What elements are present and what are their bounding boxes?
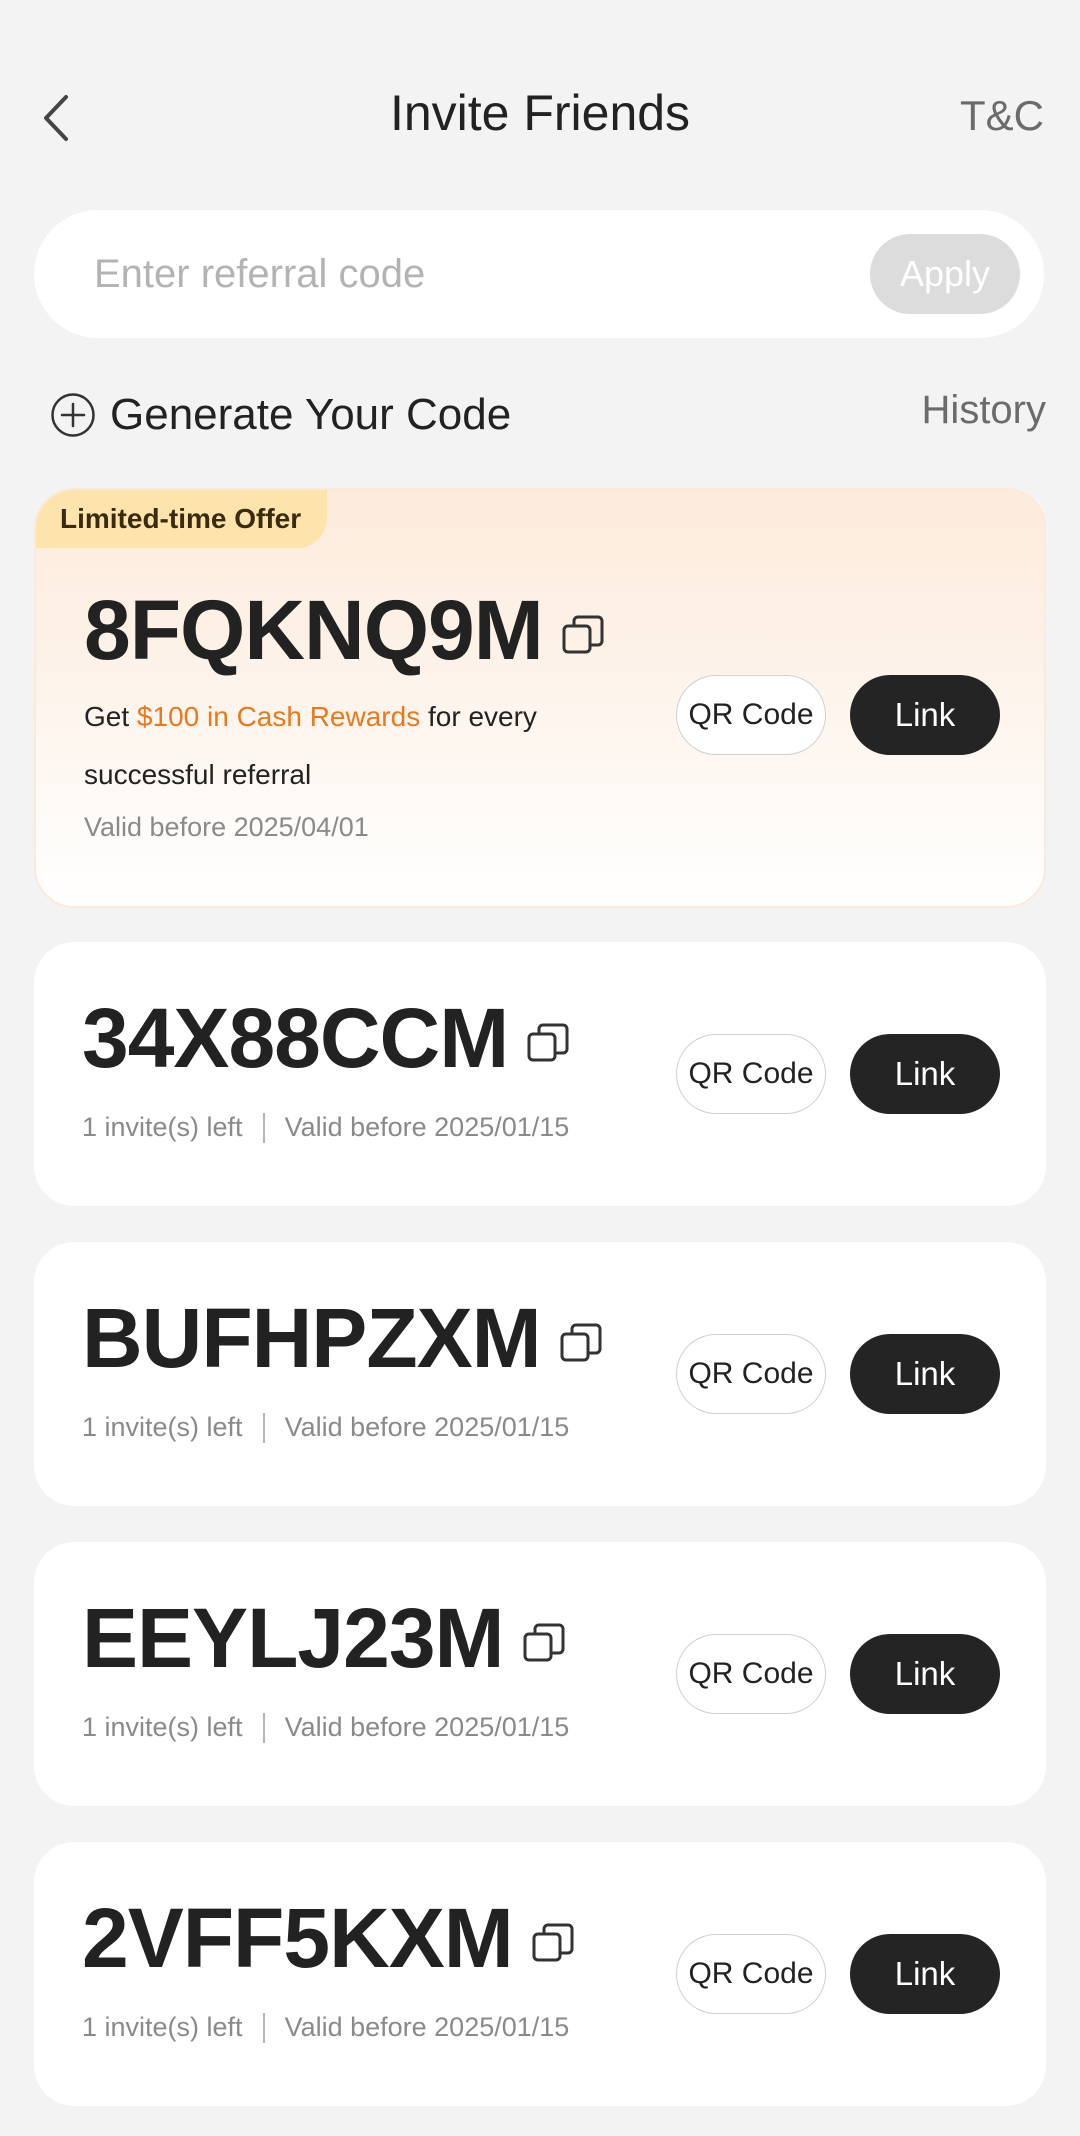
link-button[interactable]: Link (850, 1634, 1000, 1714)
copy-icon[interactable] (522, 1622, 566, 1666)
qr-code-button[interactable]: QR Code (676, 1034, 826, 1114)
invites-left: 1 invite(s) left (82, 1412, 243, 1442)
referral-code: 2VFF5KXM (82, 1891, 514, 1985)
link-button[interactable]: Link (850, 1034, 1000, 1114)
qr-code-button[interactable]: QR Code (676, 1934, 826, 2014)
code-meta: 1 invite(s) left Valid before 2025/01/15 (82, 2012, 569, 2043)
code-meta: 1 invite(s) left Valid before 2025/01/15 (82, 1712, 569, 1743)
copy-icon[interactable] (526, 1022, 570, 1066)
code-card: BUFHPZXM 1 invite(s) left Valid before 2… (34, 1242, 1046, 1506)
meta-divider (262, 1412, 265, 1443)
qr-code-button[interactable]: QR Code (676, 675, 826, 755)
plus-circle-icon (51, 393, 95, 437)
offer-code-card: Limited-time Offer 8FQKNQ9M Get $100 in … (34, 488, 1046, 908)
copy-icon[interactable] (559, 1322, 603, 1366)
referral-code-input[interactable] (92, 234, 852, 314)
generate-code-label: Generate Your Code (110, 390, 512, 439)
link-button[interactable]: Link (850, 1334, 1000, 1414)
offer-reward-highlight: $100 in Cash Rewards (136, 701, 421, 732)
referral-code-bar: Apply (34, 210, 1044, 338)
code-row: 2VFF5KXM (82, 1890, 575, 1987)
apply-button[interactable]: Apply (870, 234, 1020, 314)
terms-link[interactable]: T&C (960, 92, 1044, 140)
referral-code: BUFHPZXM (82, 1291, 542, 1385)
referral-code: EEYLJ23M (82, 1591, 505, 1685)
invites-left: 1 invite(s) left (82, 1712, 243, 1742)
copy-icon[interactable] (531, 1922, 575, 1966)
link-button[interactable]: Link (850, 675, 1000, 755)
code-meta: 1 invite(s) left Valid before 2025/01/15 (82, 1112, 569, 1143)
valid-date: Valid before 2025/01/15 (284, 1412, 570, 1442)
code-meta: 1 invite(s) left Valid before 2025/01/15 (82, 1412, 569, 1443)
page-title: Invite Friends (389, 85, 691, 141)
qr-code-button[interactable]: QR Code (676, 1634, 826, 1714)
valid-date: Valid before 2025/01/15 (284, 2012, 570, 2042)
valid-date: Valid before 2025/01/15 (284, 1112, 570, 1142)
code-row: 8FQKNQ9M (84, 582, 605, 679)
code-row: 34X88CCM (82, 990, 570, 1087)
header: Invite Friends T&C (0, 0, 1080, 200)
code-card: EEYLJ23M 1 invite(s) left Valid before 2… (34, 1542, 1046, 1806)
meta-divider (262, 2012, 265, 2043)
copy-icon[interactable] (561, 614, 605, 658)
qr-code-button[interactable]: QR Code (676, 1334, 826, 1414)
meta-divider (262, 1112, 265, 1143)
offer-desc-prefix: Get (84, 701, 137, 732)
referral-code: 8FQKNQ9M (84, 583, 544, 677)
meta-divider (262, 1712, 265, 1743)
code-row: BUFHPZXM (82, 1290, 603, 1387)
offer-description: Get $100 in Cash Rewards for every succe… (84, 688, 644, 804)
code-row: EEYLJ23M (82, 1590, 566, 1687)
referral-code: 34X88CCM (82, 991, 509, 1085)
generate-code-button[interactable]: Generate Your Code (50, 380, 511, 450)
limited-offer-badge: Limited-time Offer (36, 490, 328, 548)
valid-date: Valid before 2025/01/15 (284, 1712, 570, 1742)
code-card: 2VFF5KXM 1 invite(s) left Valid before 2… (34, 1842, 1046, 2106)
code-card: 34X88CCM 1 invite(s) left Valid before 2… (34, 942, 1046, 1206)
history-link[interactable]: History (922, 388, 1046, 433)
invites-left: 1 invite(s) left (82, 2012, 243, 2042)
link-button[interactable]: Link (850, 1934, 1000, 2014)
invites-left: 1 invite(s) left (82, 1112, 243, 1142)
offer-valid-date: Valid before 2025/04/01 (84, 812, 369, 842)
